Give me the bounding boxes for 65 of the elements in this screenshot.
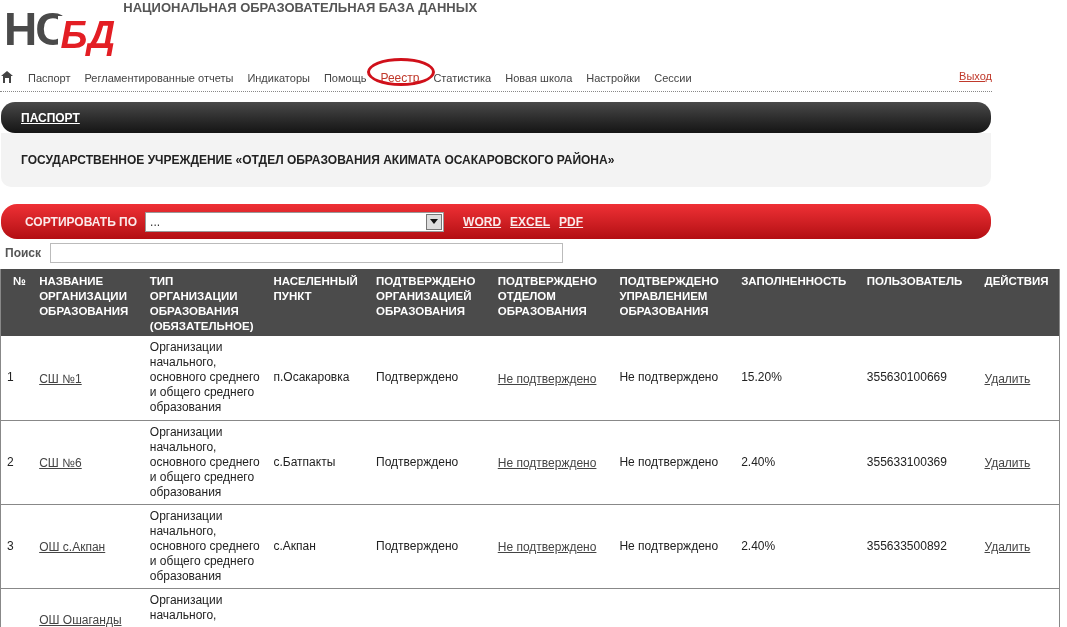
table-cell-text: 15.20% [741,370,783,386]
nav-link[interactable]: Настройки [586,71,641,84]
home-icon[interactable] [1,69,13,84]
nav-link[interactable]: Новая школа [505,71,573,84]
table-cell-text: Не подтверждено [619,370,720,386]
table-cell-text: Подтверждено [376,370,460,386]
column-header: ПОДТВЕРЖДЕНО ОРГАНИЗАЦИЕЙ ОБРАЗОВАНИЯ [376,274,477,319]
table-link[interactable]: ОШ с.Акпан [39,540,106,554]
table-cell-text: 3 [7,538,15,554]
sort-label: СОРТИРОВАТЬ ПО [25,213,138,231]
table-cell-text: Не подтверждено [619,454,720,470]
search-field[interactable] [50,243,563,263]
logout-link[interactable]: Выход [959,68,992,85]
nav-link[interactable]: Статистика [433,71,492,84]
site-title: НАЦИОНАЛЬНАЯ ОБРАЗОВАТЕЛЬНАЯ БАЗА ДАННЫХ [123,0,478,17]
table-cell-text: с.Батпакты [273,454,337,470]
table-link[interactable]: Удалить [984,456,1031,470]
table-cell-text: 2 [7,454,15,470]
column-header: ПОДТВЕРЖДЕНО УПРАВЛЕНИЕМ ОБРАЗОВАНИЯ [619,274,720,319]
search-label: Поиск [5,245,41,262]
table-link[interactable]: СШ №6 [39,456,82,470]
column-header: НАСЕЛЕННЫЙ ПУНКТ [273,274,359,304]
table-cell-text: 355633500892 [866,538,948,554]
column-header: ПОДТВЕРЖДЕНО ОТДЕЛОМ ОБРАЗОВАНИЯ [497,274,599,319]
organization-name: ГОСУДАРСТВЕННОЕ УЧРЕЖДЕНИЕ «ОТДЕЛ ОБРАЗОВАНИЯ АКИМАТА ОСАКАРОВСКОГО РАЙОНА» [21,151,615,169]
caret-icon [426,213,443,230]
table-cell-text: 355630100669 [866,370,948,386]
column-header: ДЕЙСТВИЯ [984,274,1050,289]
table-cell-text: 1 [7,370,15,386]
export-link[interactable]: PDF [559,212,584,231]
column-header: № [13,274,27,289]
column-header: ПОЛЬЗОВАТЕЛЬ [866,274,964,289]
sort-dropdown[interactable]: ... [145,211,445,232]
nav-link[interactable]: Индикаторы [247,71,310,84]
section-link[interactable]: ПАСПОРТ [21,108,80,127]
table-cell-text: Организации начального, [149,592,224,623]
table-cell-text: с.Акпан [273,538,317,554]
table-link[interactable]: ОШ Ошаганды [39,612,122,627]
table-cell-text: Организации начального, основного среднего и общего среднего образования [149,424,261,500]
table-link[interactable]: Не подтверждено [497,371,597,386]
table-link[interactable]: СШ №1 [39,371,82,386]
table-cell-text: 2.40% [741,538,777,554]
nav-link[interactable]: Помощь [323,71,367,84]
table-cell-text: Организации начального, основного среднего и общего среднего образования [149,508,261,584]
table-cell-text: Подтверждено [376,454,460,470]
table-link[interactable]: Не подтверждено [497,540,597,554]
nav-link[interactable]: Реестр [380,70,420,85]
table-cell-text: 2.40% [741,454,777,470]
table-link[interactable]: Не подтверждено [497,456,597,470]
table-cell-text: Подтверждено [376,538,460,554]
highlight-ellipse [367,57,436,86]
nav-link[interactable]: Паспорт [28,71,71,84]
table-cell-text: п.Осакаровка [273,370,351,386]
table-cell-text: 355633100369 [866,454,948,470]
column-header: ТИП ОРГАНИЗАЦИИ ОБРАЗОВАНИЯ (ОБЯЗАТЕЛЬНОЕ) [149,274,255,334]
table-cell-text: Организации начального, основного среднего и общего среднего образования [149,340,261,416]
nav-link[interactable]: Регламентированные отчеты [84,71,234,84]
table-link[interactable]: Удалить [984,540,1031,554]
export-link[interactable]: WORD [463,212,502,231]
column-header: ЗАПОЛНЕННОСТЬ [741,274,848,289]
export-link[interactable]: EXCEL [510,212,551,231]
column-header: НАЗВАНИЕ ОРГАНИЗАЦИИ ОБРАЗОВАНИЯ [39,274,130,319]
table-link[interactable]: Удалить [984,371,1031,386]
nav-link[interactable]: Сессии [654,71,692,84]
table-cell-text: Не подтверждено [619,538,720,554]
